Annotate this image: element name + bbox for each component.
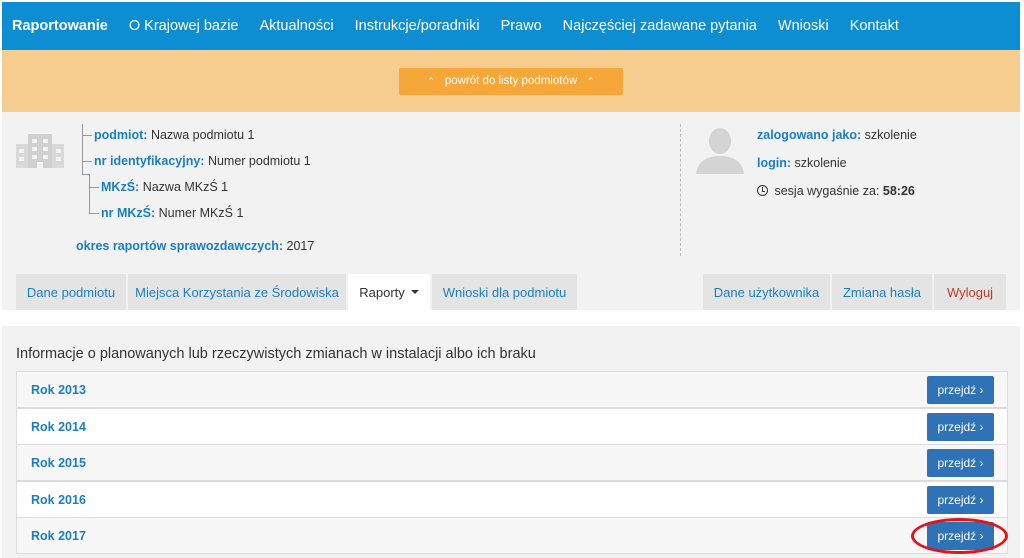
- go-button[interactable]: przejdź ›: [927, 376, 994, 404]
- field-key: login:: [757, 156, 792, 170]
- login-field: login: szkolenie: [757, 156, 847, 170]
- field-value: Nazwa podmiotu 1: [150, 128, 255, 142]
- session-time: 58:26: [882, 184, 915, 198]
- tree-line: [89, 174, 90, 214]
- tab-raporty[interactable]: Raporty: [348, 274, 430, 310]
- tab-label: Miejsca Korzystania ze Środowiska: [135, 284, 339, 300]
- field-value: Numer podmiotu 1: [207, 154, 311, 168]
- building-icon: [16, 134, 64, 168]
- tab-label: Wnioski dla podmiotu: [442, 284, 567, 300]
- list-item: Rok 2016 przejdź ›: [16, 481, 1008, 518]
- info-divider: [680, 124, 681, 256]
- tree-line: [82, 135, 92, 136]
- session-label: sesja wygaśnie za:: [774, 184, 880, 198]
- section-title: Informacje o planowanych lub rzeczywisty…: [16, 346, 536, 362]
- nav-prawo[interactable]: Prawo: [501, 18, 542, 34]
- go-button[interactable]: przejdź ›: [927, 486, 994, 514]
- reporting-period-field: okres raportów sprawozdawczych: 2017: [76, 239, 314, 253]
- reports-panel: Informacje o planowanych lub rzeczywisty…: [2, 326, 1020, 558]
- list-item: Rok 2014 przejdź ›: [16, 408, 1008, 445]
- field-value: 2017: [286, 239, 315, 253]
- nav-aktualnosci[interactable]: Aktualności: [259, 18, 333, 34]
- field-value: szkolenie: [794, 156, 847, 170]
- field-value: Numer MKzŚ 1: [158, 206, 244, 220]
- field-value: Nazwa MKzŚ 1: [142, 180, 229, 194]
- tree-line: [89, 187, 99, 188]
- nav-faq[interactable]: Najczęściej zadawane pytania: [563, 18, 757, 34]
- logged-as-field: zalogowano jako: szkolenie: [757, 128, 917, 142]
- top-navbar: Raportowanie O Krajowej bazie Aktualnośc…: [2, 2, 1020, 50]
- session-timer: sesja wygaśnie za: 58:26: [757, 184, 915, 198]
- tab-label: Raporty: [359, 284, 405, 300]
- field-key: MKzŚ:: [101, 180, 140, 194]
- year-link[interactable]: Rok 2017: [31, 529, 86, 543]
- tree-line: [82, 124, 83, 174]
- tab-label: Zmiana hasła: [842, 284, 922, 300]
- field-key: podmiot:: [94, 128, 148, 142]
- field-key: nr MKzŚ:: [101, 206, 156, 220]
- list-item: Rok 2013 przejdź ›: [16, 371, 1008, 408]
- tab-miejsca-korzystania[interactable]: Miejsca Korzystania ze Środowiska: [128, 274, 346, 310]
- nav-kontakt[interactable]: Kontakt: [850, 18, 899, 34]
- nav-instrukcje[interactable]: Instrukcje/poradniki: [355, 18, 480, 34]
- entity-name-field: podmiot: Nazwa podmiotu 1: [94, 128, 254, 142]
- year-link[interactable]: Rok 2015: [31, 456, 86, 470]
- tree-line: [82, 161, 92, 162]
- mkzs-id-field: nr MKzŚ: Numer MKzŚ 1: [101, 206, 243, 220]
- caret-down-icon: [410, 290, 419, 294]
- field-value: szkolenie: [864, 128, 917, 142]
- chevron-up-icon: ⌃: [427, 75, 435, 86]
- field-key: nr identyfikacyjny:: [94, 154, 205, 168]
- highlight-annotation-ring: [911, 518, 1008, 554]
- tab-label: Dane podmiotu: [26, 284, 116, 300]
- year-link[interactable]: Rok 2014: [31, 420, 86, 434]
- go-button[interactable]: przejdź ›: [927, 449, 994, 477]
- tab-dane-podmiotu[interactable]: Dane podmiotu: [16, 274, 126, 310]
- tab-dane-uzytkownika[interactable]: Dane użytkownika: [703, 274, 830, 310]
- list-item: Rok 2015 przejdź ›: [16, 444, 1008, 481]
- nav-wnioski[interactable]: Wnioski: [778, 18, 829, 34]
- mkzs-name-field: MKzŚ: Nazwa MKzŚ 1: [101, 180, 228, 194]
- tab-label: Dane użytkownika: [713, 284, 820, 300]
- tab-label: Wyloguj: [946, 284, 994, 300]
- clock-icon: [757, 185, 768, 196]
- back-button-label: powrót do listy podmiotów: [444, 75, 578, 87]
- field-key: okres raportów sprawozdawczych:: [76, 239, 284, 253]
- go-button[interactable]: przejdź ›: [927, 413, 994, 441]
- logout-button[interactable]: Wyloguj: [934, 274, 1006, 310]
- nav-o-krajowej-bazie[interactable]: O Krajowej bazie: [129, 18, 239, 34]
- field-key: zalogowano jako:: [757, 128, 862, 142]
- tab-wnioski-dla-podmiotu[interactable]: Wnioski dla podmiotu: [432, 274, 577, 310]
- tree-line: [89, 213, 99, 214]
- nav-raportowanie[interactable]: Raportowanie: [12, 18, 108, 34]
- entity-banner: ⌃ powrót do listy podmiotów ⌃: [2, 50, 1020, 112]
- list-item: Rok 2017 przejdź ›: [16, 517, 1008, 554]
- tab-zmiana-hasla[interactable]: Zmiana hasła: [832, 274, 932, 310]
- chevron-up-icon: ⌃: [587, 75, 595, 86]
- user-avatar-icon: [694, 124, 746, 174]
- back-to-entity-list-button[interactable]: ⌃ powrót do listy podmiotów ⌃: [399, 67, 623, 95]
- year-link[interactable]: Rok 2013: [31, 383, 86, 397]
- entity-id-field: nr identyfikacyjny: Numer podmiotu 1: [94, 154, 311, 168]
- year-link[interactable]: Rok 2016: [31, 493, 86, 507]
